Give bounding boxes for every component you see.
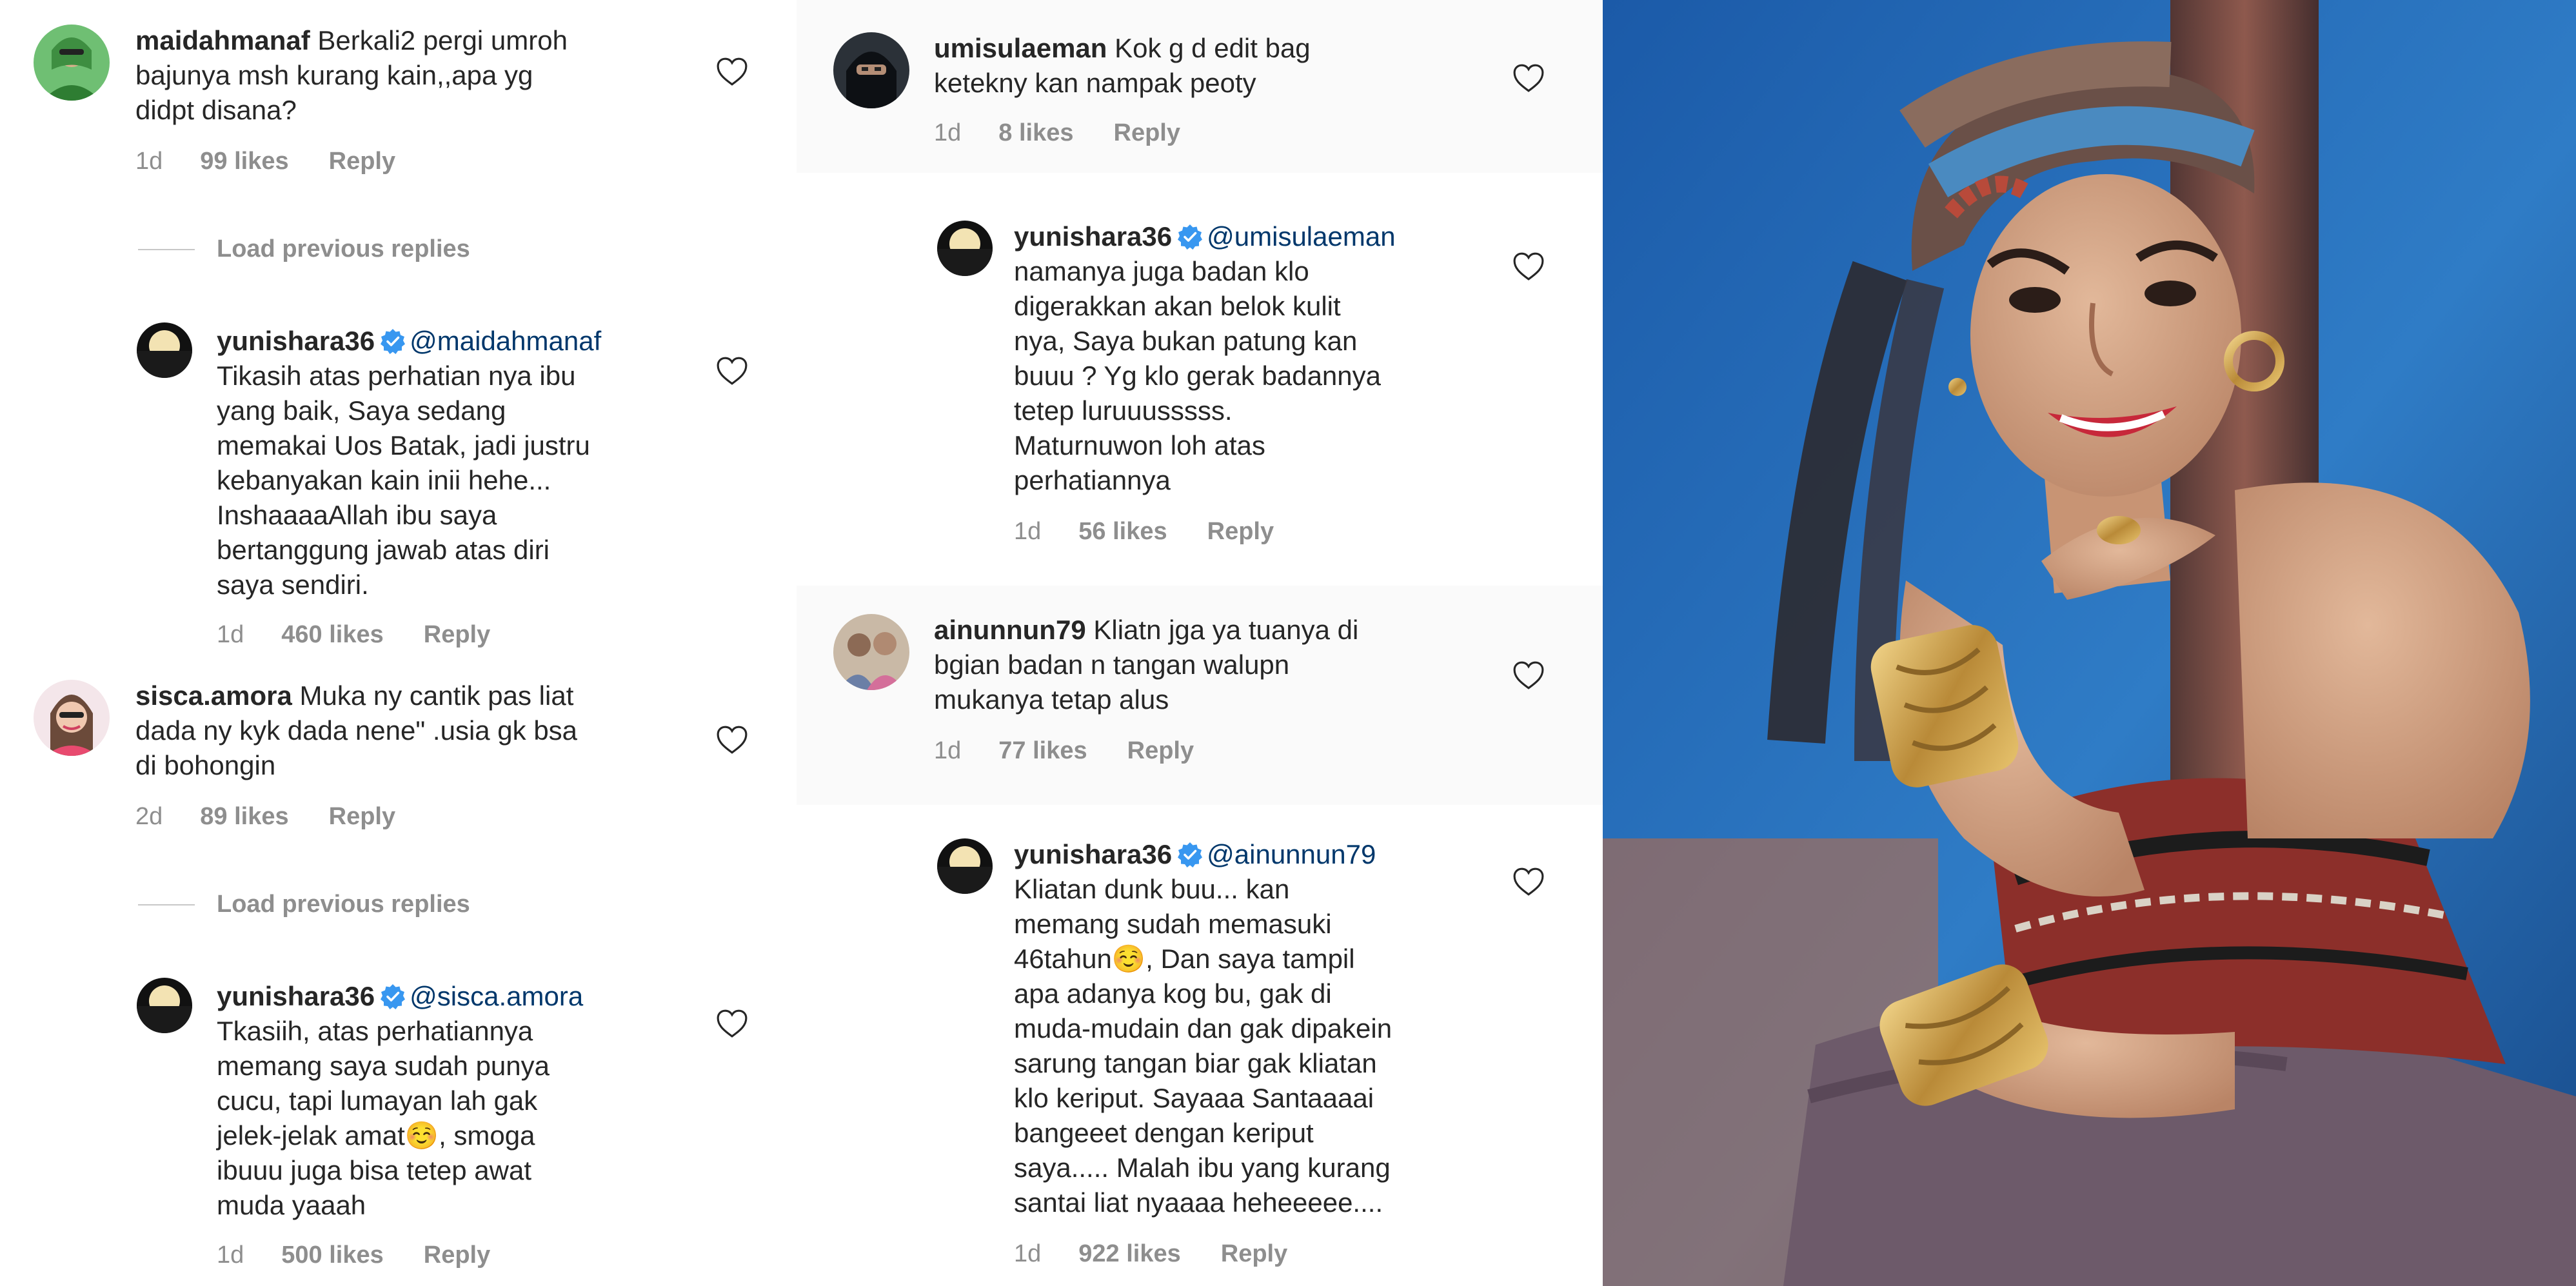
comment-meta: 1d 500 likes Reply	[217, 1241, 490, 1269]
heart-icon[interactable]	[1512, 660, 1545, 690]
comment-text: namanya juga badan klo digerakkan akan b…	[1014, 256, 1382, 495]
username-link[interactable]: yunishara36	[1014, 839, 1172, 869]
mention-link[interactable]: @umisulaeman	[1207, 221, 1395, 252]
verified-badge-icon	[380, 983, 406, 1009]
avatar[interactable]	[34, 25, 110, 101]
comment-text: Kliatan dunk buu... kan memang sudah mem…	[1014, 874, 1392, 1218]
likes-count[interactable]: 8 likes	[998, 119, 1073, 146]
avatar[interactable]	[833, 614, 909, 690]
avatar[interactable]	[34, 680, 110, 756]
username-link[interactable]: maidahmanaf	[135, 25, 310, 55]
comments-panel-left: maidahmanaf Berkali2 pergi umroh bajunya…	[0, 0, 797, 1286]
reply-button[interactable]: Reply	[1207, 518, 1274, 545]
verified-badge-icon	[380, 328, 406, 353]
comment-age: 1d	[934, 737, 962, 764]
load-previous-label: Load previous replies	[217, 235, 470, 262]
reply-button[interactable]: Reply	[329, 803, 395, 830]
divider-line	[138, 249, 195, 250]
comment-meta: 1d 99 likes Reply	[135, 147, 395, 175]
reply-button[interactable]: Reply	[1221, 1240, 1287, 1267]
comment-age: 1d	[1014, 518, 1042, 545]
comment-age: 1d	[217, 621, 244, 648]
heart-icon[interactable]	[1512, 867, 1545, 896]
avatar[interactable]	[137, 978, 192, 1033]
comment-body: yunishara36 @umisulaeman namanya juga bad…	[1014, 219, 1504, 498]
username-link[interactable]: yunishara36	[217, 326, 375, 356]
likes-count[interactable]: 500 likes	[281, 1241, 383, 1269]
heart-icon[interactable]	[716, 356, 748, 386]
heart-icon[interactable]	[1512, 252, 1545, 281]
comment-age: 1d	[1014, 1240, 1042, 1267]
mention-link[interactable]: @sisca.amora	[410, 981, 583, 1011]
likes-count[interactable]: 56 likes	[1078, 518, 1167, 545]
mention-link[interactable]: @ainunnun79	[1207, 839, 1376, 869]
username-link[interactable]: umisulaeman	[934, 33, 1107, 63]
comment-age: 1d	[217, 1241, 244, 1269]
comment-text: Tikasih atas perhatian nya ibu yang baik…	[217, 361, 590, 600]
comment-meta: 1d 77 likes Reply	[934, 737, 1194, 765]
post-photo	[1603, 0, 2576, 1286]
comment-body: yunishara36 @ainunnun79 Kliatan dunk buu.…	[1014, 837, 1504, 1220]
comment-age: 2d	[135, 803, 163, 830]
comment-text: Tkasiih, atas perhatiannya memang saya s…	[217, 1016, 550, 1220]
verified-badge-icon	[1177, 223, 1203, 249]
reply-button[interactable]: Reply	[424, 621, 490, 648]
username-link[interactable]: ainunnun79	[934, 615, 1086, 645]
comments-panel-middle: umisulaeman Kok g d edit bag ketekny kan…	[797, 0, 1603, 1286]
reply-button[interactable]: Reply	[1114, 119, 1180, 146]
comment-body: maidahmanaf Berkali2 pergi umroh bajunya…	[135, 23, 690, 128]
comment-meta: 1d 922 likes Reply	[1014, 1240, 1287, 1268]
username-link[interactable]: yunishara36	[1014, 221, 1172, 252]
username-link[interactable]: yunishara36	[217, 981, 375, 1011]
reply-button[interactable]: Reply	[1127, 737, 1194, 764]
likes-count[interactable]: 99 likes	[200, 148, 288, 175]
heart-icon[interactable]	[1512, 63, 1545, 93]
heart-icon[interactable]	[716, 725, 748, 755]
load-previous-label: Load previous replies	[217, 891, 470, 918]
comment-body: ainunnun79 Kliatn jga ya tuanya di bgian…	[934, 613, 1514, 717]
verified-badge-icon	[1177, 841, 1203, 867]
load-previous-replies-button[interactable]: Load previous replies	[138, 235, 470, 263]
reply-button[interactable]: Reply	[424, 1241, 490, 1269]
portrait-photo	[1603, 0, 2576, 1286]
likes-count[interactable]: 460 likes	[281, 621, 383, 648]
comment-body: umisulaeman Kok g d edit bag ketekny kan…	[934, 31, 1514, 101]
comment-age: 1d	[934, 119, 962, 146]
comment-meta: 1d 8 likes Reply	[934, 119, 1180, 147]
divider-line	[138, 904, 195, 905]
avatar[interactable]	[137, 322, 192, 378]
comment-age: 1d	[135, 148, 163, 175]
heart-icon[interactable]	[716, 57, 748, 86]
comment-body: yunishara36 @sisca.amora Tkasiih, atas pe…	[217, 979, 707, 1223]
comment-meta: 1d 460 likes Reply	[217, 620, 490, 649]
likes-count[interactable]: 89 likes	[200, 803, 288, 830]
likes-count[interactable]: 77 likes	[998, 737, 1087, 764]
comment-body: sisca.amora Muka ny cantik pas liat dada…	[135, 678, 690, 783]
mention-link[interactable]: @maidahmanaf	[410, 326, 601, 356]
avatar[interactable]	[937, 221, 993, 276]
avatar[interactable]	[937, 838, 993, 894]
likes-count[interactable]: 922 likes	[1078, 1240, 1180, 1267]
comment-meta: 2d 89 likes Reply	[135, 802, 395, 831]
avatar[interactable]	[833, 32, 909, 108]
comment-body: yunishara36 @maidahmanaf Tikasih atas per…	[217, 324, 707, 602]
load-previous-replies-button[interactable]: Load previous replies	[138, 890, 470, 918]
username-link[interactable]: sisca.amora	[135, 680, 292, 711]
heart-icon[interactable]	[716, 1009, 748, 1038]
comment-meta: 1d 56 likes Reply	[1014, 517, 1274, 546]
reply-button[interactable]: Reply	[329, 148, 395, 175]
